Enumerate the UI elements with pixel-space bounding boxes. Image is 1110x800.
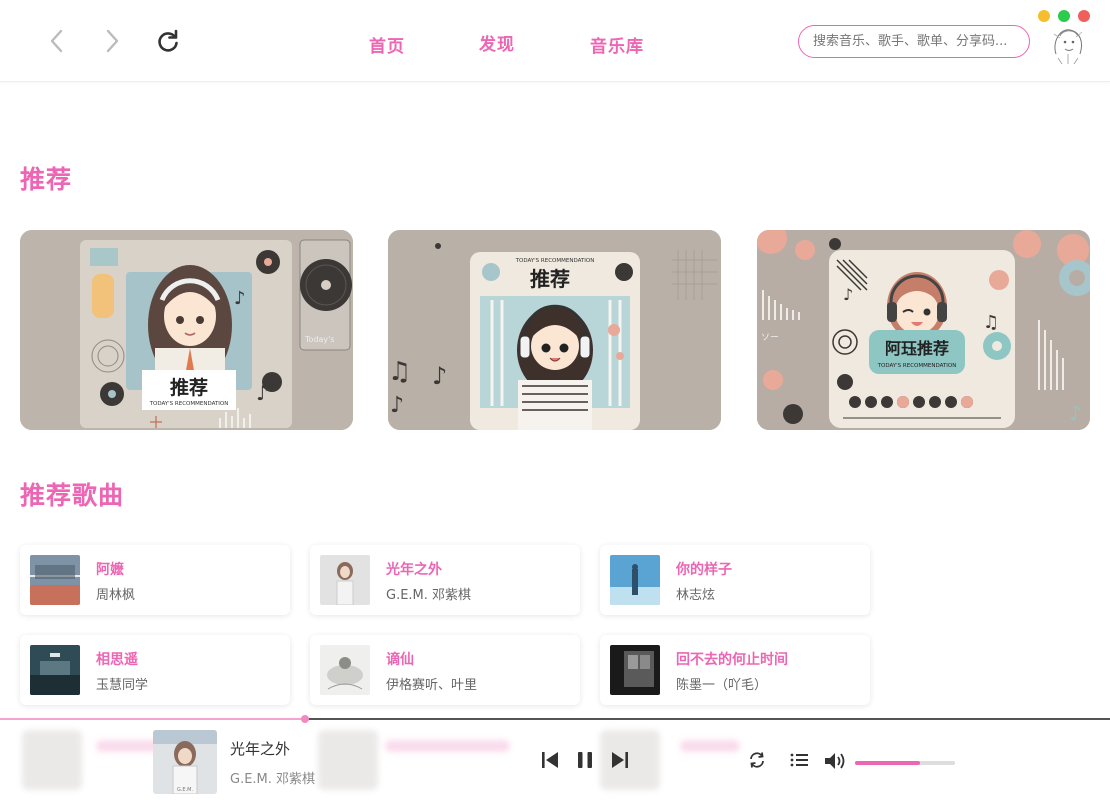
song-artist: G.E.M. 邓紫棋	[386, 588, 472, 603]
progress-handle[interactable]	[301, 715, 310, 723]
previous-button[interactable]	[540, 750, 560, 770]
song-cover	[610, 555, 660, 605]
player-bar: G.E.M. 光年之外 G.E.M. 邓紫棋	[0, 715, 1110, 800]
search-input[interactable]	[798, 25, 1030, 58]
tab-home[interactable]: 首页	[369, 32, 405, 57]
song-artist: 陈墨一（吖毛）	[676, 678, 768, 693]
svg-text:♪: ♪	[390, 393, 404, 418]
avatar[interactable]	[1048, 24, 1088, 65]
chevron-right-icon	[106, 29, 119, 53]
song-card[interactable]: 你的样子 林志炫	[600, 545, 870, 615]
blurred-background	[600, 730, 660, 790]
banner-1-subcaption: TODAY'S RECOMMENDATION	[149, 401, 229, 407]
blurred-background	[22, 730, 82, 790]
song-cover	[610, 645, 660, 695]
back-button[interactable]	[42, 26, 72, 56]
minimize-window-button[interactable]	[1038, 10, 1050, 22]
blurred-background	[680, 740, 740, 752]
recommend-section-title: 推荐	[20, 165, 73, 194]
banner-3-caption: 阿珏推荐	[885, 339, 949, 358]
svg-text:♪: ♪	[256, 381, 269, 405]
blurred-background	[318, 730, 378, 790]
svg-text:♪: ♪	[1069, 401, 1082, 425]
song-title: 你的样子	[676, 562, 732, 578]
now-playing-artist: G.E.M. 邓紫棋	[230, 772, 316, 787]
reload-button[interactable]	[153, 26, 183, 56]
forward-button[interactable]	[97, 26, 127, 56]
next-button[interactable]	[610, 750, 630, 770]
pause-button[interactable]	[576, 750, 594, 770]
song-title: 相思遥	[96, 652, 138, 668]
close-window-button[interactable]	[1078, 10, 1090, 22]
recommend-banner-3[interactable]: ソー 阿珏推荐 TODAY'S RECOMMENDATION ♫ ♪ ♪	[757, 230, 1090, 430]
user-avatar-sketch	[1053, 29, 1083, 65]
chevron-left-icon	[50, 29, 63, 53]
playlist-button[interactable]	[790, 752, 808, 768]
pause-icon	[578, 752, 592, 768]
reload-icon	[158, 29, 178, 52]
maximize-window-button[interactable]	[1058, 10, 1070, 22]
song-title: 阿嬷	[96, 562, 124, 578]
song-artist: 玉慧同学	[96, 678, 149, 693]
song-card[interactable]: 谪仙 伊格赛听、叶里	[310, 635, 580, 705]
svg-text:♪: ♪	[843, 285, 853, 304]
songs-section-title: 推荐歌曲	[20, 481, 125, 510]
song-cover	[320, 645, 370, 695]
song-card[interactable]: 回不去的何止时间 陈墨一（吖毛）	[600, 635, 870, 705]
banner-1-side-text: Today's	[304, 335, 335, 344]
song-title: 光年之外	[386, 562, 442, 578]
svg-text:G.E.M.: G.E.M.	[177, 787, 194, 793]
now-playing-cover[interactable]: G.E.M.	[153, 730, 217, 794]
banner-illustration: TODAY'S RECOMMENDATION 推荐 ♫ ♪ ♪	[388, 230, 721, 430]
svg-text:♪: ♪	[432, 362, 447, 390]
recommend-banner-2[interactable]: TODAY'S RECOMMENDATION 推荐 ♫ ♪ ♪	[388, 230, 721, 430]
song-cover	[320, 555, 370, 605]
repeat-button[interactable]	[748, 751, 766, 769]
volume-level	[855, 761, 920, 765]
skip-previous-icon	[542, 752, 558, 768]
volume-icon	[825, 753, 845, 769]
song-card[interactable]: 阿嬷 周林枫	[20, 545, 290, 615]
song-cover	[30, 555, 80, 605]
banner-illustration: 推荐 TODAY'S RECOMMENDATION Today's ♪ ♪	[20, 230, 353, 430]
banner-2-caption: 推荐	[530, 267, 570, 291]
song-cover	[30, 645, 80, 695]
volume-button[interactable]	[824, 752, 848, 770]
tab-discover[interactable]: 发现	[479, 30, 515, 55]
recommend-banner-1[interactable]: 推荐 TODAY'S RECOMMENDATION Today's ♪ ♪	[20, 230, 353, 430]
song-artist: 林志炫	[676, 588, 716, 603]
song-artist: 伊格赛听、叶里	[386, 678, 478, 693]
song-card[interactable]: 光年之外 G.E.M. 邓紫棋	[310, 545, 580, 615]
banner-3-subcaption: TODAY'S RECOMMENDATION	[877, 363, 957, 369]
volume-slider[interactable]	[855, 761, 955, 765]
song-card[interactable]: 相思遥 玉慧同学	[20, 635, 290, 705]
blurred-background	[385, 740, 510, 752]
playlist-icon	[790, 753, 808, 767]
skip-next-icon	[612, 752, 628, 768]
svg-text:♪: ♪	[234, 288, 246, 309]
now-playing-title: 光年之外	[230, 740, 291, 758]
progress-fill	[0, 718, 306, 720]
banner-3-side-text: ソー	[761, 333, 779, 343]
svg-text:♫: ♫	[983, 312, 999, 333]
song-title: 谪仙	[386, 652, 414, 668]
song-title: 回不去的何止时间	[676, 652, 788, 668]
banner-1-caption: 推荐	[170, 376, 208, 399]
banner-2-subcaption: TODAY'S RECOMMENDATION	[515, 258, 595, 264]
song-artist: 周林枫	[96, 588, 136, 603]
svg-text:♫: ♫	[388, 357, 411, 387]
repeat-icon	[750, 752, 764, 768]
banner-illustration: ソー 阿珏推荐 TODAY'S RECOMMENDATION ♫ ♪ ♪	[757, 230, 1090, 430]
tab-library[interactable]: 音乐库	[590, 32, 644, 57]
top-bar: 首页 发现 音乐库	[0, 0, 1110, 82]
